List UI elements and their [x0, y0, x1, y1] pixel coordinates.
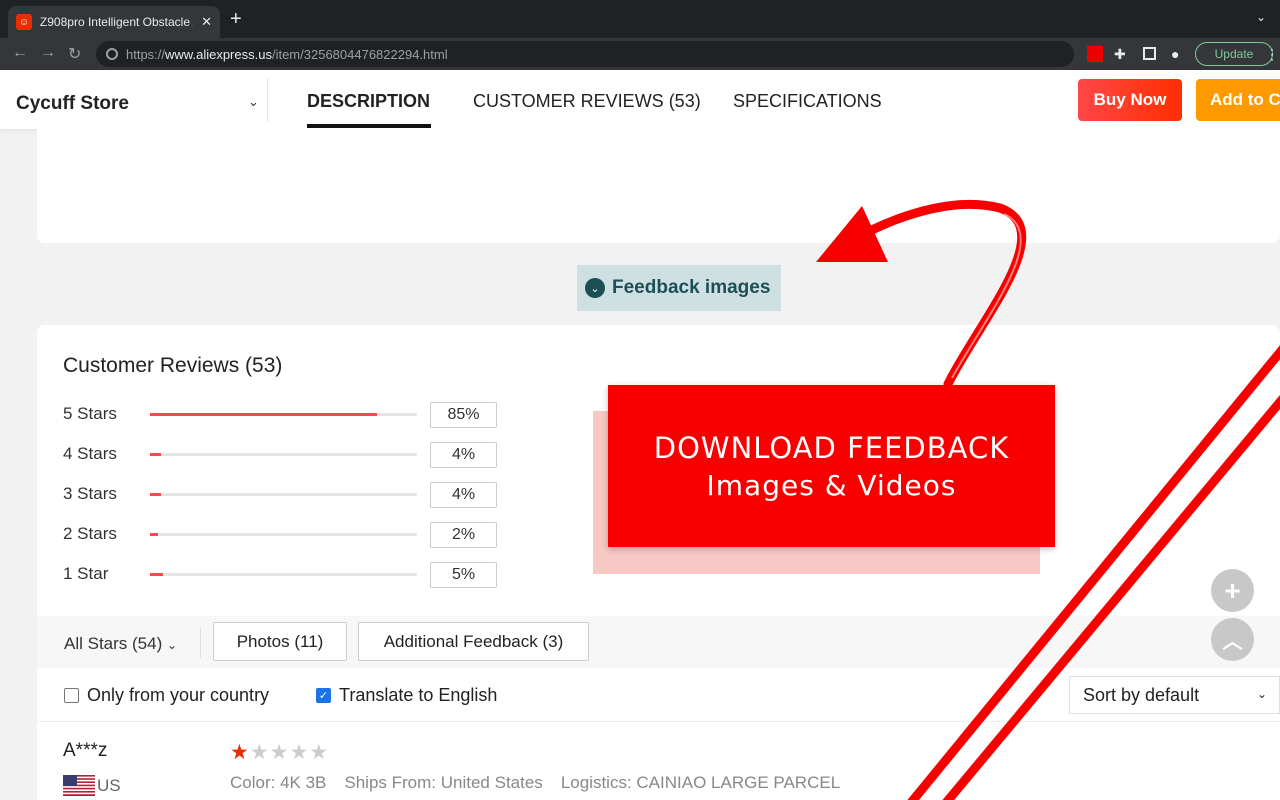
rating-bar-fill — [150, 533, 158, 536]
rating-row-2: 2 Stars 2% — [63, 522, 503, 548]
chevron-down-icon[interactable]: ⌄ — [248, 94, 259, 110]
feedback-images-button[interactable]: ⌄ Feedback images — [577, 265, 781, 311]
rating-bar-track — [150, 453, 417, 456]
translate-option[interactable]: ✓ Translate to English — [316, 685, 497, 706]
translate-checkbox[interactable]: ✓ — [316, 688, 331, 703]
tab-description[interactable]: DESCRIPTION — [307, 91, 430, 112]
filter-divider — [200, 628, 201, 658]
star-empty-icon: ★ — [289, 741, 310, 764]
review-divider — [37, 721, 1280, 722]
reviewer-name: A***z — [63, 740, 108, 761]
rating-bar-track — [150, 493, 417, 496]
rating-label: 3 Stars — [63, 484, 117, 503]
store-name[interactable]: Cycuff Store — [16, 93, 129, 115]
rating-bar-fill — [150, 493, 161, 496]
forward-arrow-icon[interactable]: → — [40, 44, 56, 62]
menu-dots-icon[interactable]: ⋮ — [1265, 46, 1280, 62]
url-scheme: https:// — [126, 46, 166, 62]
promo-line-1: DOWNLOAD FEEDBACK — [653, 430, 1010, 465]
rating-percent: 5% — [430, 562, 497, 588]
plus-icon[interactable]: + — [1211, 569, 1254, 612]
download-feedback-banner: DOWNLOAD FEEDBACK Images & Videos — [608, 385, 1055, 547]
sort-select[interactable]: Sort by default ⌄ — [1069, 676, 1280, 714]
extensions-puzzle-icon[interactable]: ✚ — [1114, 46, 1130, 62]
rating-bar-fill — [150, 413, 377, 416]
extension-red-icon[interactable] — [1087, 46, 1103, 62]
customer-reviews-title: Customer Reviews (53) — [63, 354, 283, 377]
reload-icon[interactable]: ↻ — [68, 44, 81, 64]
promo-line-2: Images & Videos — [706, 468, 957, 502]
rating-percent: 4% — [430, 442, 497, 468]
rating-percent: 2% — [430, 522, 497, 548]
star-empty-icon: ★ — [269, 741, 290, 764]
back-arrow-icon[interactable]: ← — [12, 44, 28, 62]
rating-bar-track — [150, 413, 417, 416]
url-host: www.aliexpress.us — [165, 46, 272, 62]
url-path: /item/3256804476822294.html — [271, 46, 448, 62]
profile-icon[interactable]: ● — [1171, 46, 1187, 62]
tab-customer-reviews[interactable]: CUSTOMER REVIEWS (53) — [473, 91, 701, 112]
review-color: Color: 4K 3B — [230, 773, 327, 792]
reviewer-country: US — [63, 775, 121, 796]
review-logistics: Logistics: CAINIAO LARGE PARCEL — [560, 773, 841, 792]
review-ships-from: Ships From: United States — [344, 773, 543, 792]
rating-percent: 4% — [430, 482, 497, 508]
rating-row-4: 4 Stars 4% — [63, 442, 503, 468]
only-country-option[interactable]: Only from your country — [64, 685, 269, 706]
translate-label: Translate to English — [339, 685, 498, 705]
only-country-checkbox[interactable] — [64, 688, 79, 703]
product-sticky-header: Cycuff Store ⌄ DESCRIPTION CUSTOMER REVI… — [0, 70, 1280, 129]
chevron-down-icon: ⌄ — [1256, 687, 1267, 701]
country-code: US — [97, 775, 121, 795]
tab-title: Z908pro Intelligent Obstacle A — [39, 15, 194, 29]
star-empty-icon: ★ — [249, 741, 270, 764]
rating-bar-track — [150, 533, 417, 536]
browser-tab-bar: ☺ Z908pro Intelligent Obstacle A ✕ + ⌄ — [0, 0, 1280, 38]
description-panel — [37, 129, 1280, 243]
tab-search-chevron-icon[interactable]: ⌄ — [1256, 10, 1266, 24]
chevron-down-circle-icon: ⌄ — [585, 278, 605, 298]
review-meta: Color: 4K 3B Ships From: United States Log… — [230, 773, 858, 793]
rating-label: 5 Stars — [63, 404, 117, 423]
photos-filter-button[interactable]: Photos (11) — [213, 622, 347, 661]
rating-bar-track — [150, 573, 417, 576]
browser-tab[interactable]: ☺ Z908pro Intelligent Obstacle A ✕ — [8, 6, 220, 38]
rating-percent: 85% — [430, 402, 497, 428]
rating-label: 4 Stars — [63, 444, 117, 463]
scroll-top-chevron-icon[interactable]: ︿ — [1211, 618, 1254, 661]
only-country-label: Only from your country — [87, 685, 270, 705]
add-to-cart-button[interactable]: Add to Cart — [1196, 79, 1280, 121]
tab-specifications[interactable]: SPECIFICATIONS — [733, 91, 882, 112]
rating-bar-fill — [150, 573, 164, 576]
feedback-images-label: Feedback images — [612, 277, 771, 298]
side-panel-icon[interactable] — [1143, 47, 1156, 60]
close-tab-icon[interactable]: ✕ — [201, 14, 212, 30]
aliexpress-favicon-icon: ☺ — [16, 14, 32, 30]
rating-bar-fill — [150, 453, 161, 456]
rating-row-3: 3 Stars 4% — [63, 482, 503, 508]
rating-label: 2 Stars — [63, 524, 117, 543]
browser-toolbar: ← → ↻ https://www.aliexpress.us/item/325… — [0, 38, 1280, 70]
active-tab-underline — [307, 124, 431, 128]
star-empty-icon: ★ — [309, 741, 330, 764]
review-stars: ★★★★★ — [230, 740, 329, 765]
all-stars-dropdown[interactable]: All Stars (54) ⌄ — [64, 634, 177, 654]
us-flag-icon — [63, 775, 95, 796]
additional-feedback-button[interactable]: Additional Feedback (3) — [358, 622, 589, 661]
chevron-down-icon: ⌄ — [166, 638, 178, 652]
rating-row-5: 5 Stars 85% — [63, 402, 503, 428]
header-divider — [267, 78, 268, 122]
sort-value: Sort by default — [1083, 684, 1200, 705]
rating-label: 1 Star — [63, 564, 109, 583]
update-button[interactable]: Update — [1195, 42, 1273, 66]
rating-row-1: 1 Star 5% — [63, 562, 503, 588]
star-filled-icon: ★ — [230, 741, 250, 764]
buy-now-button[interactable]: Buy Now — [1078, 79, 1182, 121]
new-tab-icon[interactable]: + — [230, 8, 242, 30]
site-info-icon[interactable] — [106, 48, 118, 60]
all-stars-label: All Stars (54) — [64, 634, 163, 653]
address-bar[interactable]: https://www.aliexpress.us/item/325680447… — [96, 41, 1074, 67]
